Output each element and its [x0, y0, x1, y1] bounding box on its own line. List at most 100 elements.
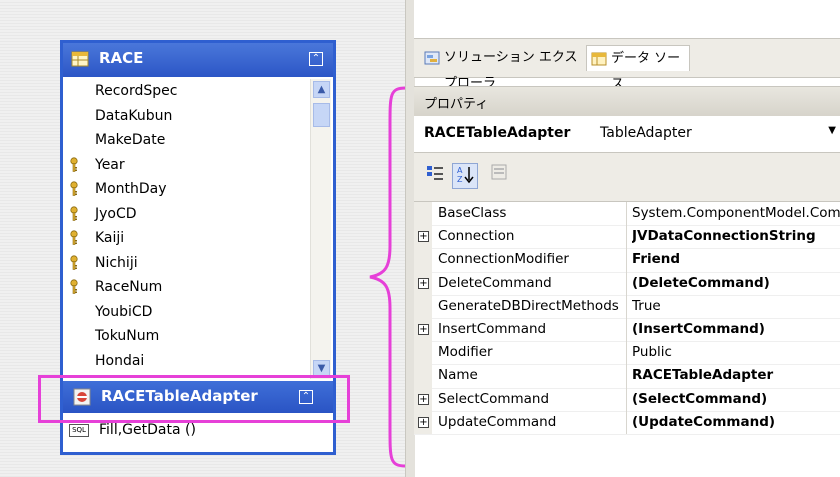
table-field[interactable]: Kaiji — [63, 226, 310, 251]
property-name: BaseClass — [438, 205, 507, 221]
solution-explorer-icon — [424, 51, 440, 65]
highlight-box — [38, 375, 350, 423]
column-divider — [626, 248, 627, 272]
alphabetical-button[interactable]: A Z — [452, 163, 478, 189]
primary-key-icon — [70, 181, 78, 196]
property-name: Connection — [438, 228, 515, 245]
table-field[interactable]: Year — [63, 153, 310, 178]
expand-icon[interactable]: + — [418, 393, 429, 405]
property-value[interactable]: RACETableAdapter — [632, 364, 840, 387]
sql-icon: SQL — [69, 424, 89, 437]
categorized-icon — [427, 166, 443, 180]
properties-title-bar[interactable]: プロパティ ▾Ⅱ✕ — [414, 86, 840, 117]
property-value[interactable]: System.ComponentModel.Component — [632, 202, 840, 225]
property-row-margin — [414, 364, 432, 388]
table-field[interactable]: DataKubun — [63, 104, 310, 129]
property-row[interactable]: + UpdateCommand (UpdateCommand) — [414, 410, 840, 435]
field-name: MonthDay — [95, 181, 167, 197]
properties-title: プロパティ — [424, 97, 489, 112]
tab-solution-explorer[interactable]: ソリューション エクスプローラ — [420, 45, 584, 91]
table-field[interactable]: Hondai — [63, 349, 310, 374]
tab-data-sources[interactable]: データ ソース — [586, 45, 690, 92]
column-divider — [626, 387, 627, 411]
field-name: MakeDate — [95, 132, 166, 148]
expand-icon[interactable]: + — [418, 231, 429, 243]
primary-key-icon — [70, 205, 78, 221]
field-name: Nichiji — [95, 254, 138, 271]
chevron-down-icon[interactable]: ▼ — [828, 125, 836, 136]
categorized-button[interactable] — [422, 163, 448, 189]
field-list: RecordSpec DataKubun MakeDate Year MonthDay J… — [63, 79, 310, 379]
column-divider — [626, 341, 627, 365]
field-name: Kaiji — [95, 230, 125, 246]
property-value[interactable]: (DeleteCommand) — [632, 272, 840, 295]
field-name: RecordSpec — [95, 83, 178, 99]
field-name: Year — [95, 156, 125, 173]
table-field[interactable]: MakeDate — [63, 128, 310, 153]
column-divider — [626, 364, 627, 388]
property-row[interactable]: + Connection JVDataConnectionString — [414, 225, 840, 250]
table-field[interactable]: Nichiji — [63, 251, 310, 276]
property-row[interactable]: + InsertCommand (InsertCommand) — [414, 318, 840, 343]
field-name: RaceNum — [95, 279, 163, 295]
property-value[interactable]: True — [632, 295, 840, 318]
property-row-margin — [414, 202, 432, 226]
column-divider — [626, 318, 627, 342]
svg-text:Z: Z — [457, 175, 463, 184]
property-row[interactable]: ConnectionModifier Friend — [414, 248, 840, 273]
property-value[interactable]: (UpdateCommand) — [632, 411, 840, 434]
property-row-margin — [414, 341, 432, 365]
expand-icon[interactable]: + — [418, 324, 429, 335]
property-pages-button[interactable] — [486, 163, 512, 189]
column-divider — [626, 225, 627, 249]
property-row[interactable]: GenerateDBDirectMethods True — [414, 294, 840, 319]
table-field[interactable]: RecordSpec — [63, 79, 310, 104]
datatable-icon — [71, 51, 89, 67]
svg-text:A: A — [457, 166, 463, 175]
property-value[interactable]: Public — [632, 341, 840, 364]
field-name: YoubiCD — [95, 303, 153, 320]
table-field[interactable]: MonthDay — [63, 177, 310, 202]
property-name: GenerateDBDirectMethods — [438, 297, 619, 314]
selected-object-name: RACETableAdapter — [424, 125, 571, 141]
property-grid[interactable]: BaseClass System.ComponentModel.Component… — [414, 202, 840, 460]
race-table-title: RACE — [99, 49, 144, 67]
scroll-up-button[interactable]: ▲ — [313, 81, 330, 98]
column-divider — [626, 410, 627, 434]
property-value[interactable]: (InsertCommand) — [632, 318, 840, 341]
property-row-margin — [414, 294, 432, 318]
collapse-race-table-button[interactable]: ⌃ — [309, 52, 323, 66]
property-value[interactable]: (SelectCommand) — [632, 388, 840, 411]
property-row[interactable]: Name RACETableAdapter — [414, 364, 840, 389]
property-row-margin — [414, 248, 432, 272]
expand-icon[interactable]: + — [418, 277, 429, 289]
table-field[interactable]: JyoCD — [63, 202, 310, 227]
property-name: SelectCommand — [438, 390, 550, 407]
property-name: DeleteCommand — [438, 274, 552, 291]
tab-solution-explorer-label: ソリューション エクスプローラ — [444, 50, 578, 91]
selected-object-type: TableAdapter — [600, 125, 692, 141]
scroll-thumb[interactable] — [313, 103, 330, 127]
table-field[interactable]: TokuNum — [63, 324, 310, 349]
race-table-header[interactable]: RACE ⌃ — [63, 43, 333, 77]
primary-key-icon — [70, 230, 78, 245]
property-row[interactable]: + DeleteCommand (DeleteCommand) — [414, 271, 840, 296]
property-row[interactable]: Modifier Public — [414, 341, 840, 366]
field-name: JyoCD — [95, 205, 137, 222]
field-list-scrollbar[interactable]: ▲ ▼ — [310, 79, 331, 379]
property-name: InsertCommand — [438, 321, 547, 337]
property-name: UpdateCommand — [438, 413, 557, 430]
property-row[interactable]: + SelectCommand (SelectCommand) — [414, 387, 840, 412]
object-selector[interactable]: RACETableAdapter TableAdapter ▼ — [414, 116, 840, 153]
table-field[interactable]: YoubiCD — [63, 300, 310, 325]
expand-icon[interactable]: + — [418, 416, 429, 428]
table-field[interactable]: RaceNum — [63, 275, 310, 300]
column-divider — [626, 294, 627, 318]
property-pages-icon — [491, 164, 507, 180]
property-value[interactable]: JVDataConnectionString — [632, 225, 840, 248]
field-name: Hondai — [95, 352, 145, 369]
property-row[interactable]: BaseClass System.ComponentModel.Component — [414, 202, 840, 227]
property-value[interactable]: Friend — [632, 248, 840, 271]
property-name: ConnectionModifier — [438, 251, 569, 268]
primary-key-icon — [70, 156, 78, 172]
